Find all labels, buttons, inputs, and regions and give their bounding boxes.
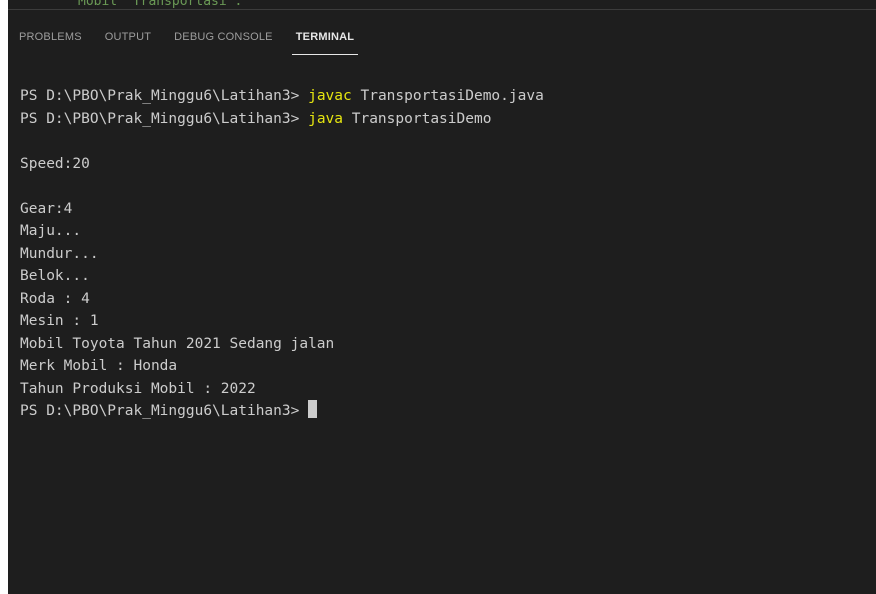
command-args: TransportasiDemo bbox=[343, 110, 492, 127]
terminal-line-command: PS D:\PBO\Prak_Minggu6\Latihan3> javac T… bbox=[20, 85, 860, 108]
editor-ghost-text: Mobil Transportasi : bbox=[78, 0, 243, 9]
terminal-line-output: Roda : 4 bbox=[20, 290, 90, 307]
command-keyword: java bbox=[308, 110, 344, 127]
prompt-text: PS D:\PBO\Prak_Minggu6\Latihan3> bbox=[20, 110, 309, 127]
terminal-line-output: Merk Mobil : Honda bbox=[20, 358, 178, 374]
terminal-output[interactable]: PS D:\PBO\Prak_Minggu6\Latihan3> javac T… bbox=[20, 85, 860, 585]
terminal-line-output: Mundur... bbox=[20, 245, 99, 262]
command-keyword: javac bbox=[308, 88, 352, 104]
terminal-line-output: Belok... bbox=[20, 268, 90, 284]
terminal-line-prompt: PS D:\PBO\Prak_Minggu6\Latihan3> bbox=[20, 400, 860, 423]
terminal-line-output: Mobil Toyota Tahun 2021 Sedang jalan bbox=[20, 335, 335, 352]
terminal-line-output: Speed:20 bbox=[20, 155, 90, 172]
terminal-line-output: Mesin : 1 bbox=[20, 313, 99, 329]
command-args: TransportasiDemo.java bbox=[351, 88, 544, 104]
tab-debug-console[interactable]: DEBUG CONSOLE bbox=[174, 30, 273, 44]
tab-problems[interactable]: PROBLEMS bbox=[19, 30, 82, 44]
tab-terminal[interactable]: TERMINAL bbox=[291, 30, 359, 55]
panel-tab-bar: PROBLEMS OUTPUT DEBUG CONSOLE TERMINAL bbox=[8, 10, 876, 64]
prompt-text: PS D:\PBO\Prak_Minggu6\Latihan3> bbox=[20, 88, 309, 104]
editor-area-remnant: Mobil Transportasi : bbox=[8, 0, 876, 10]
terminal-line-output: Maju... bbox=[20, 223, 82, 239]
vscode-panel: Mobil Transportasi : PROBLEMS OUTPUT DEB… bbox=[8, 0, 876, 594]
terminal-cursor bbox=[308, 400, 318, 418]
terminal-line-command: PS D:\PBO\Prak_Minggu6\Latihan3> java Tr… bbox=[20, 108, 860, 131]
prompt-text: PS D:\PBO\Prak_Minggu6\Latihan3> bbox=[20, 403, 309, 419]
terminal-line-output: Gear:4 bbox=[20, 200, 73, 217]
terminal-line-output: Tahun Produksi Mobil : 2022 bbox=[20, 380, 256, 397]
tab-output[interactable]: OUTPUT bbox=[105, 30, 151, 44]
